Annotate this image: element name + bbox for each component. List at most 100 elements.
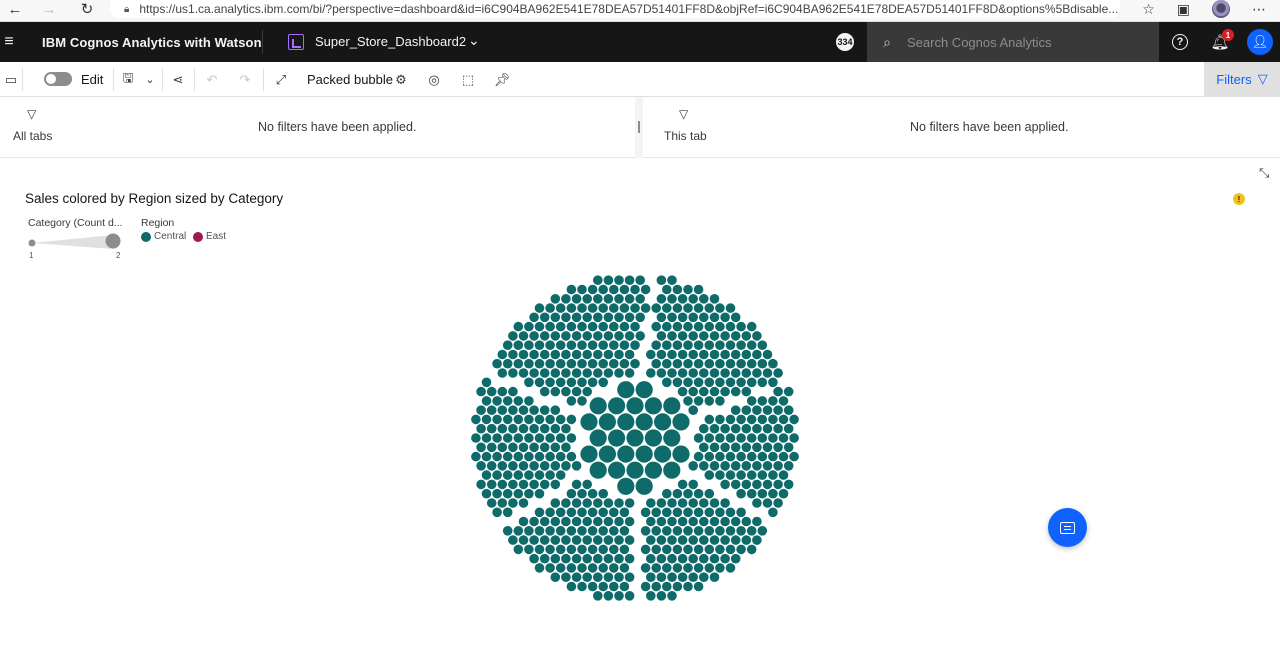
bubble[interactable] [508,479,518,490]
bubble[interactable] [656,368,667,378]
bubble[interactable] [624,553,635,564]
bubble[interactable] [582,498,592,508]
bubble[interactable] [550,331,561,341]
bubble[interactable] [486,461,497,471]
bubble[interactable] [720,535,730,545]
bubble[interactable] [550,405,561,416]
bubble[interactable] [656,294,667,304]
bubble[interactable] [725,358,736,369]
bubble[interactable] [561,312,571,323]
bubble[interactable] [518,516,529,527]
bubble[interactable] [693,340,704,351]
bubble[interactable] [598,544,608,555]
bubble[interactable] [587,303,598,313]
bubble[interactable] [550,535,561,545]
bubble[interactable] [561,461,571,471]
bubble[interactable] [513,470,524,480]
bubble[interactable] [768,358,778,369]
bubble[interactable] [577,563,587,573]
bubble[interactable] [492,358,502,369]
bubble[interactable] [662,284,672,295]
bubble[interactable] [677,479,688,490]
bubble[interactable] [513,488,524,499]
bubble[interactable] [709,349,720,360]
bubble[interactable] [725,470,736,480]
bubble[interactable] [654,445,672,463]
bubble[interactable] [608,429,626,447]
bubble[interactable] [529,461,539,471]
bubble[interactable] [534,488,545,499]
bubble[interactable] [704,396,715,406]
bubble[interactable] [709,312,720,323]
bubble[interactable] [730,516,741,527]
bubble[interactable] [566,284,577,295]
bubble[interactable] [778,470,789,480]
bubble[interactable] [539,479,550,490]
bubble[interactable] [704,526,715,536]
bubble[interactable] [640,507,651,518]
bubble[interactable] [577,321,587,332]
bubble[interactable] [555,303,566,313]
bubble[interactable] [667,591,677,601]
bubble[interactable] [624,331,635,341]
bubble[interactable] [672,445,690,463]
bubble[interactable] [709,516,720,527]
bubble[interactable] [741,535,752,545]
bubble[interactable] [524,488,534,499]
bubble[interactable] [476,442,486,453]
bubble[interactable] [730,535,741,545]
bubble[interactable] [704,451,715,462]
bubble[interactable] [715,414,725,425]
bubble[interactable] [609,544,619,555]
bubble[interactable] [555,340,566,351]
bubble[interactable] [773,479,783,490]
bubble[interactable] [746,396,757,406]
bubble[interactable] [492,414,502,425]
bubble[interactable] [545,377,555,388]
bubble[interactable] [539,349,550,360]
bubble[interactable] [534,433,545,443]
bubble[interactable] [534,451,545,462]
bubble[interactable] [640,544,651,555]
bubble[interactable] [476,479,486,490]
bubble[interactable] [752,405,762,416]
bubble[interactable] [656,572,667,582]
bubble[interactable] [571,572,582,582]
bubble[interactable] [598,321,608,332]
bubble[interactable] [624,498,635,508]
bubble[interactable] [656,535,667,545]
bubble[interactable] [513,544,524,555]
bubble[interactable] [508,405,518,416]
bubble[interactable] [746,488,757,499]
bubble[interactable] [550,553,561,564]
bubble[interactable] [773,386,783,397]
bubble[interactable] [502,414,513,425]
bubble[interactable] [720,331,730,341]
bubble[interactable] [497,405,508,416]
bubble[interactable] [651,358,661,369]
bubble[interactable] [715,377,725,388]
bubble[interactable] [598,581,608,592]
bubble[interactable] [762,423,773,434]
bubble[interactable] [619,321,630,332]
bubble[interactable] [752,349,762,360]
bubble[interactable] [715,507,725,518]
bubble[interactable] [720,553,730,564]
bubble[interactable] [566,581,577,592]
bubble[interactable] [593,591,603,601]
bubble[interactable] [598,358,608,369]
bubble[interactable] [683,396,693,406]
bubble[interactable] [603,553,614,564]
bubble[interactable] [598,340,608,351]
bubble[interactable] [555,433,566,443]
bubble[interactable] [534,470,545,480]
bubble[interactable] [667,572,677,582]
bubble[interactable] [709,535,720,545]
bubble[interactable] [577,526,587,536]
bubble[interactable] [683,581,693,592]
bubble[interactable] [672,563,683,573]
bubble[interactable] [497,349,508,360]
bubble[interactable] [571,331,582,341]
bubble[interactable] [619,340,630,351]
bubble[interactable] [529,405,539,416]
